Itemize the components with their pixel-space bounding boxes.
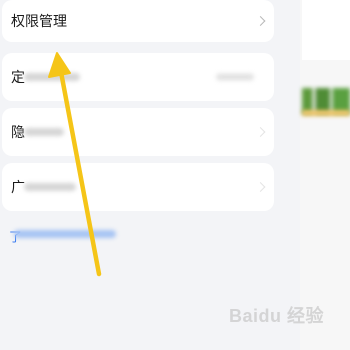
baidu-watermark: Baidu 经验 <box>228 306 324 326</box>
annotation-arrow-icon <box>48 52 102 277</box>
